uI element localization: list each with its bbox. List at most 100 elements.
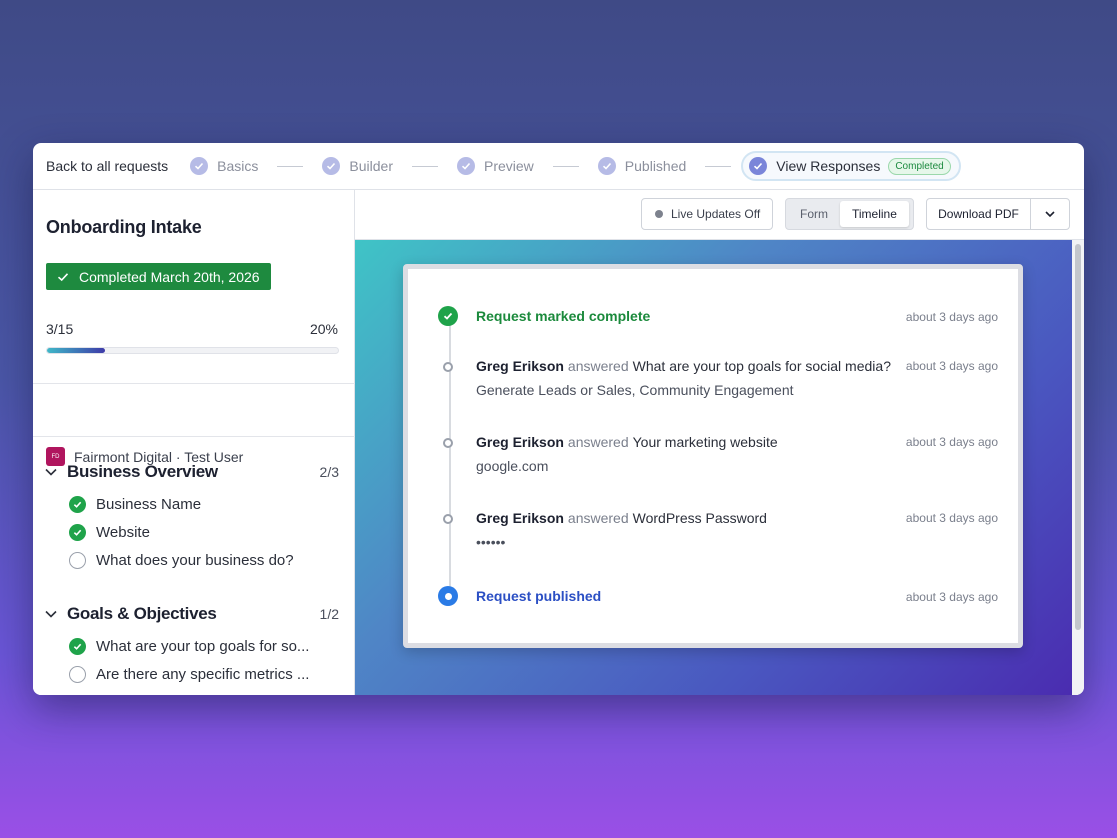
toggle-timeline[interactable]: Timeline: [840, 201, 909, 227]
completed-status-pill: Completed March 20th, 2026: [46, 263, 271, 290]
published-dot-icon: [438, 586, 458, 606]
timeline-dot-icon: [443, 438, 453, 448]
sidebar: Onboarding Intake Completed March 20th, …: [33, 190, 355, 695]
check-icon: [190, 157, 209, 175]
check-icon: [457, 157, 475, 175]
section-count: 1/2: [319, 606, 339, 622]
event-text: Request marked complete: [476, 308, 651, 324]
back-to-requests-link[interactable]: Back to all requests: [46, 158, 168, 174]
question-item[interactable]: Business Name: [69, 496, 329, 513]
view-toggle: Form Timeline: [785, 198, 914, 230]
progress-bar: [46, 347, 339, 354]
section-title: Goals & Objectives: [67, 604, 217, 623]
question-label: Business Name: [96, 496, 202, 513]
event-time: about 3 days ago: [905, 359, 998, 373]
chevron-down-icon: [1045, 211, 1055, 218]
step-view-responses[interactable]: View Responses Completed: [741, 151, 961, 181]
event-question: WordPress Password: [632, 510, 767, 526]
question-item[interactable]: Are there any specific metrics ...: [69, 666, 329, 683]
download-pdf-split-button: Download PDF: [926, 198, 1070, 230]
question-item[interactable]: What does your business do?: [69, 552, 329, 569]
event-text: Greg Erikson answered WordPress Password: [476, 510, 767, 526]
check-icon: [749, 157, 768, 175]
check-circle-icon: [69, 524, 86, 541]
step-preview[interactable]: Preview: [457, 157, 534, 175]
timeline-dot-icon: [443, 514, 453, 524]
chevron-down-icon: [45, 610, 57, 618]
event-question: Your marketing website: [632, 434, 778, 450]
divider: [33, 383, 355, 384]
event-answer: ••••••: [476, 534, 506, 550]
question-label: What does your business do?: [96, 552, 294, 569]
chevron-down-icon: [45, 468, 57, 476]
step-connector: [277, 165, 304, 167]
progress-count: 3/15: [46, 321, 74, 337]
step-connector: [552, 165, 579, 167]
timeline-canvas: Request marked complete about 3 days ago…: [355, 240, 1072, 695]
event-answer: Generate Leads or Sales, Community Engag…: [476, 382, 794, 398]
step-basics[interactable]: Basics: [190, 157, 258, 175]
event-text: Greg Erikson answered What are your top go…: [476, 358, 891, 374]
question-label: Website: [96, 524, 150, 541]
step-connector: [412, 165, 438, 167]
toggle-form[interactable]: Form: [788, 201, 840, 227]
timeline-dot-icon: [443, 362, 453, 372]
event-question: What are your top goals for social media…: [632, 358, 891, 374]
completed-label: Completed March 20th, 2026: [79, 268, 260, 285]
step-label: Basics: [217, 158, 259, 174]
question-label: What are your top goals for so...: [96, 638, 310, 655]
step-label: Published: [624, 158, 687, 174]
step-label: Preview: [484, 158, 534, 174]
download-options-button[interactable]: [1031, 199, 1069, 229]
event-user: Greg Erikson: [476, 510, 564, 526]
event-answer: google.com: [476, 458, 549, 474]
event-time: about 3 days ago: [905, 435, 998, 449]
check-circle-icon: [69, 496, 86, 513]
timeline-card: Request marked complete about 3 days ago…: [403, 264, 1023, 648]
step-connector: [705, 165, 732, 167]
progress-bar-fill: [47, 348, 106, 353]
check-icon: [322, 157, 341, 175]
app-window: Back to all requests Basics Builder Prev…: [33, 143, 1084, 695]
top-nav: Back to all requests Basics Builder Prev…: [33, 143, 1084, 190]
event-time: about 3 days ago: [905, 590, 998, 604]
event-verb: answered: [567, 434, 629, 450]
progress-percent: 20%: [309, 321, 338, 337]
section-business-overview[interactable]: Business Overview 2/3: [44, 462, 339, 482]
step-published[interactable]: Published: [597, 157, 687, 175]
event-verb: answered: [567, 510, 629, 526]
step-label: View Responses: [776, 158, 881, 174]
event-user: Greg Erikson: [476, 358, 564, 374]
question-label: Are there any specific metrics ...: [96, 666, 310, 683]
completed-badge: Completed: [888, 157, 951, 175]
event-time: about 3 days ago: [905, 511, 998, 525]
empty-circle-icon: [69, 666, 86, 683]
question-item[interactable]: What are your top goals for so...: [69, 638, 329, 655]
toolbar: Live Updates Off Form Timeline Download …: [355, 190, 1084, 240]
event-text: Request published: [476, 588, 602, 604]
event-user: Greg Erikson: [476, 434, 564, 450]
divider: [33, 436, 355, 437]
live-updates-label: Live Updates Off: [671, 207, 761, 221]
event-time: about 3 days ago: [905, 310, 998, 324]
check-circle-icon: [69, 638, 86, 655]
section-title: Business Overview: [67, 462, 218, 481]
scrollbar-thumb[interactable]: [1075, 244, 1081, 630]
download-pdf-button[interactable]: Download PDF: [927, 199, 1031, 229]
request-title: Onboarding Intake: [46, 217, 202, 237]
event-text: Greg Erikson answered Your marketing websi…: [476, 434, 778, 450]
check-icon: [57, 272, 69, 281]
step-builder[interactable]: Builder: [322, 157, 393, 175]
main-panel: Live Updates Off Form Timeline Download …: [355, 190, 1084, 695]
step-label: Builder: [349, 158, 393, 174]
empty-circle-icon: [69, 552, 86, 569]
live-updates-button[interactable]: Live Updates Off: [641, 198, 773, 230]
status-dot-icon: [655, 210, 663, 218]
scrollbar[interactable]: [1072, 240, 1084, 695]
check-icon: [597, 157, 616, 175]
event-verb: answered: [567, 358, 629, 374]
section-goals-objectives[interactable]: Goals & Objectives 1/2: [44, 604, 339, 624]
section-count: 2/3: [319, 464, 339, 480]
check-circle-icon: [438, 306, 458, 326]
question-item[interactable]: Website: [69, 524, 329, 541]
